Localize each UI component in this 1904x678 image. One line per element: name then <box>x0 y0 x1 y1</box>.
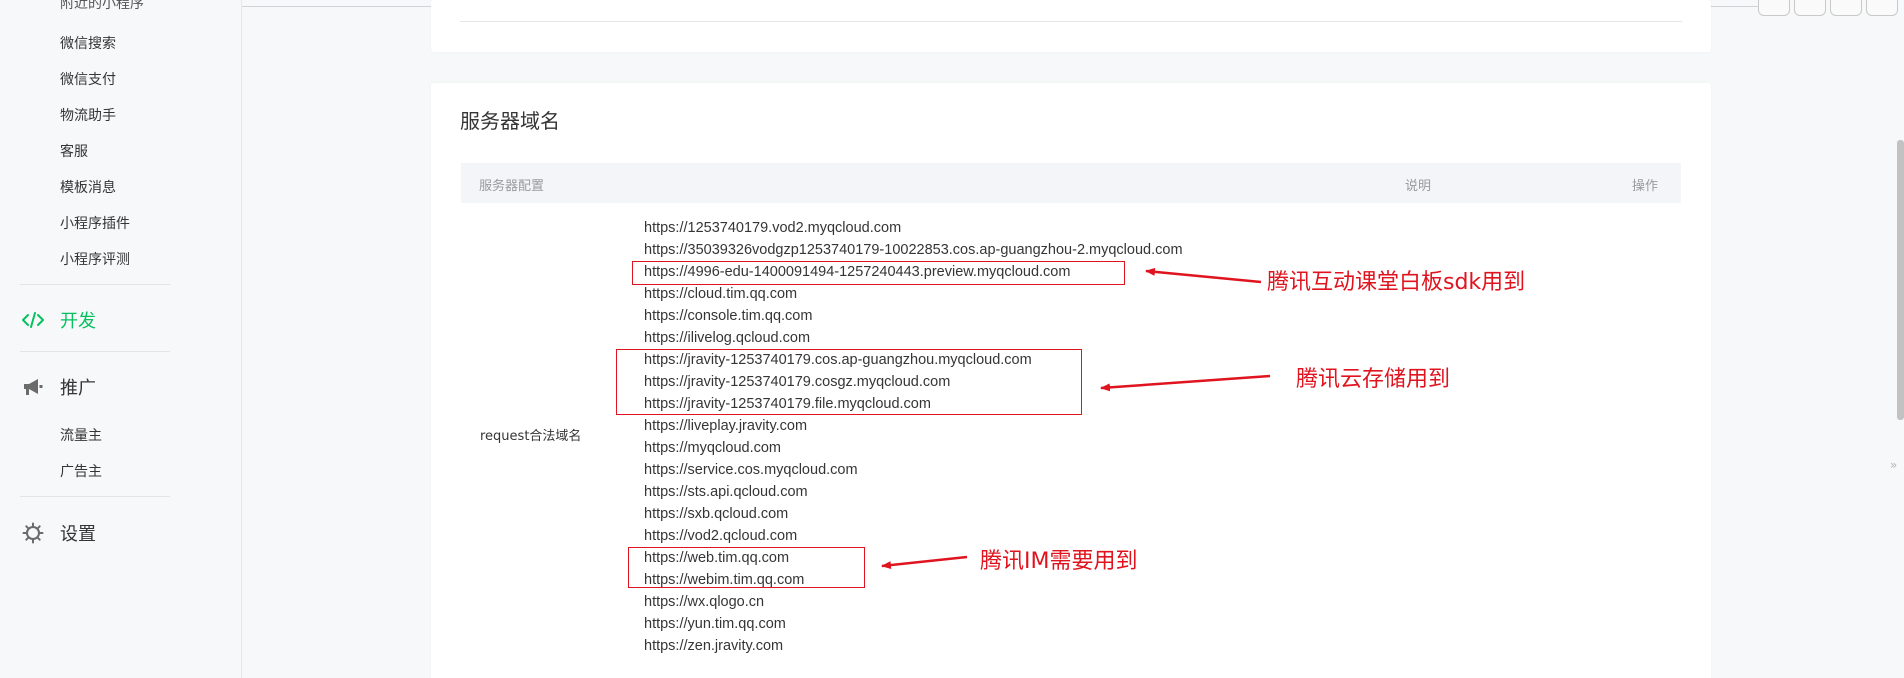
sidebar-item-template-message[interactable]: 模板消息 <box>60 177 116 197</box>
sidebar-item-label: 设置 <box>60 524 96 545</box>
domain-item: https://console.tim.qq.com <box>644 308 813 324</box>
domain-item: https://myqcloud.com <box>644 440 781 456</box>
sidebar-item-label: 开发 <box>60 311 96 332</box>
annotation-text-whiteboard: 腾讯互动课堂白板sdk用到 <box>1267 270 1526 295</box>
domain-item: https://sts.api.qcloud.com <box>644 484 808 500</box>
sidebar-divider <box>20 351 170 352</box>
sidebar-item-nearby-miniprogram[interactable]: 附近的小程序 <box>60 0 144 13</box>
column-header-description: 说明 <box>1405 179 1432 194</box>
domain-item: https://yun.tim.qq.com <box>644 616 786 632</box>
sidebar-item-wechat-search[interactable]: 微信搜索 <box>60 33 116 53</box>
domain-item: https://cloud.tim.qq.com <box>644 286 798 302</box>
sidebar-item-wechat-pay[interactable]: 微信支付 <box>60 69 116 89</box>
column-header-config: 服务器配置 <box>479 179 545 194</box>
annotation-text-im: 腾讯IM需要用到 <box>980 549 1138 574</box>
browser-extension-buttons <box>1758 0 1898 16</box>
code-icon <box>22 309 44 331</box>
sidebar-item-advertiser[interactable]: 广告主 <box>60 461 102 481</box>
sidebar-item-dev[interactable]: 开发 <box>22 307 96 333</box>
domain-item: https://jravity-1253740179.file.myqcloud… <box>644 396 931 412</box>
sidebar-divider <box>20 496 170 497</box>
megaphone-icon <box>22 376 44 398</box>
table-divider <box>460 21 1682 22</box>
extension-button[interactable] <box>1758 0 1790 16</box>
sidebar-item-customer-service[interactable]: 客服 <box>60 141 88 161</box>
request-domain-list: https://1253740179.vod2.myqcloud.com htt… <box>644 217 1183 657</box>
domain-item: https://zen.jravity.com <box>644 638 784 654</box>
domain-item: https://sxb.qcloud.com <box>644 506 789 522</box>
domain-item: https://liveplay.jravity.com <box>644 418 808 434</box>
vertical-scrollbar[interactable] <box>1897 140 1904 420</box>
gear-icon <box>22 522 44 544</box>
extension-button[interactable] <box>1794 0 1826 16</box>
server-domain-card: 服务器域名 服务器配置 说明 操作 request合法域名 https://12… <box>431 83 1711 678</box>
sidebar: 附近的小程序 微信搜索 微信支付 物流助手 客服 模板消息 小程序插件 小程序评… <box>0 0 242 678</box>
request-domain-label: request合法域名 <box>480 429 582 444</box>
domain-item: https://4996-edu-1400091494-1257240443.p… <box>644 264 1071 280</box>
domain-item: https://wx.qlogo.cn <box>644 594 765 610</box>
domain-item: https://service.cos.myqcloud.com <box>644 462 858 478</box>
extension-button[interactable] <box>1866 0 1898 16</box>
sidebar-divider <box>20 284 170 285</box>
sidebar-item-label: 推广 <box>60 378 96 399</box>
sidebar-item-logistics[interactable]: 物流助手 <box>60 105 116 125</box>
table-header: 服务器配置 说明 操作 <box>461 163 1681 203</box>
sidebar-item-settings[interactable]: 设置 <box>22 520 96 546</box>
previous-section-card <box>431 0 1711 52</box>
annotation-text-cos: 腾讯云存储用到 <box>1296 367 1451 392</box>
section-title: 服务器域名 <box>460 109 560 133</box>
sidebar-item-promotion[interactable]: 推广 <box>22 374 96 400</box>
domain-item: https://jravity-1253740179.cosgz.myqclou… <box>644 374 951 390</box>
sidebar-item-plugins[interactable]: 小程序插件 <box>60 213 130 233</box>
sidebar-item-evaluation[interactable]: 小程序评测 <box>60 249 130 269</box>
column-header-operations: 操作 <box>1632 179 1659 194</box>
domain-item: https://1253740179.vod2.myqcloud.com <box>644 220 902 236</box>
domain-item: https://35039326vodgzp1253740179-1002285… <box>644 242 1183 258</box>
sidebar-item-traffic-owner[interactable]: 流量主 <box>60 425 102 445</box>
chevron-right-icon[interactable]: » <box>1890 458 1897 472</box>
domain-item: https://jravity-1253740179.cos.ap-guangz… <box>644 352 1032 368</box>
extension-button[interactable] <box>1830 0 1862 16</box>
domain-item: https://ilivelog.qcloud.com <box>644 330 811 346</box>
